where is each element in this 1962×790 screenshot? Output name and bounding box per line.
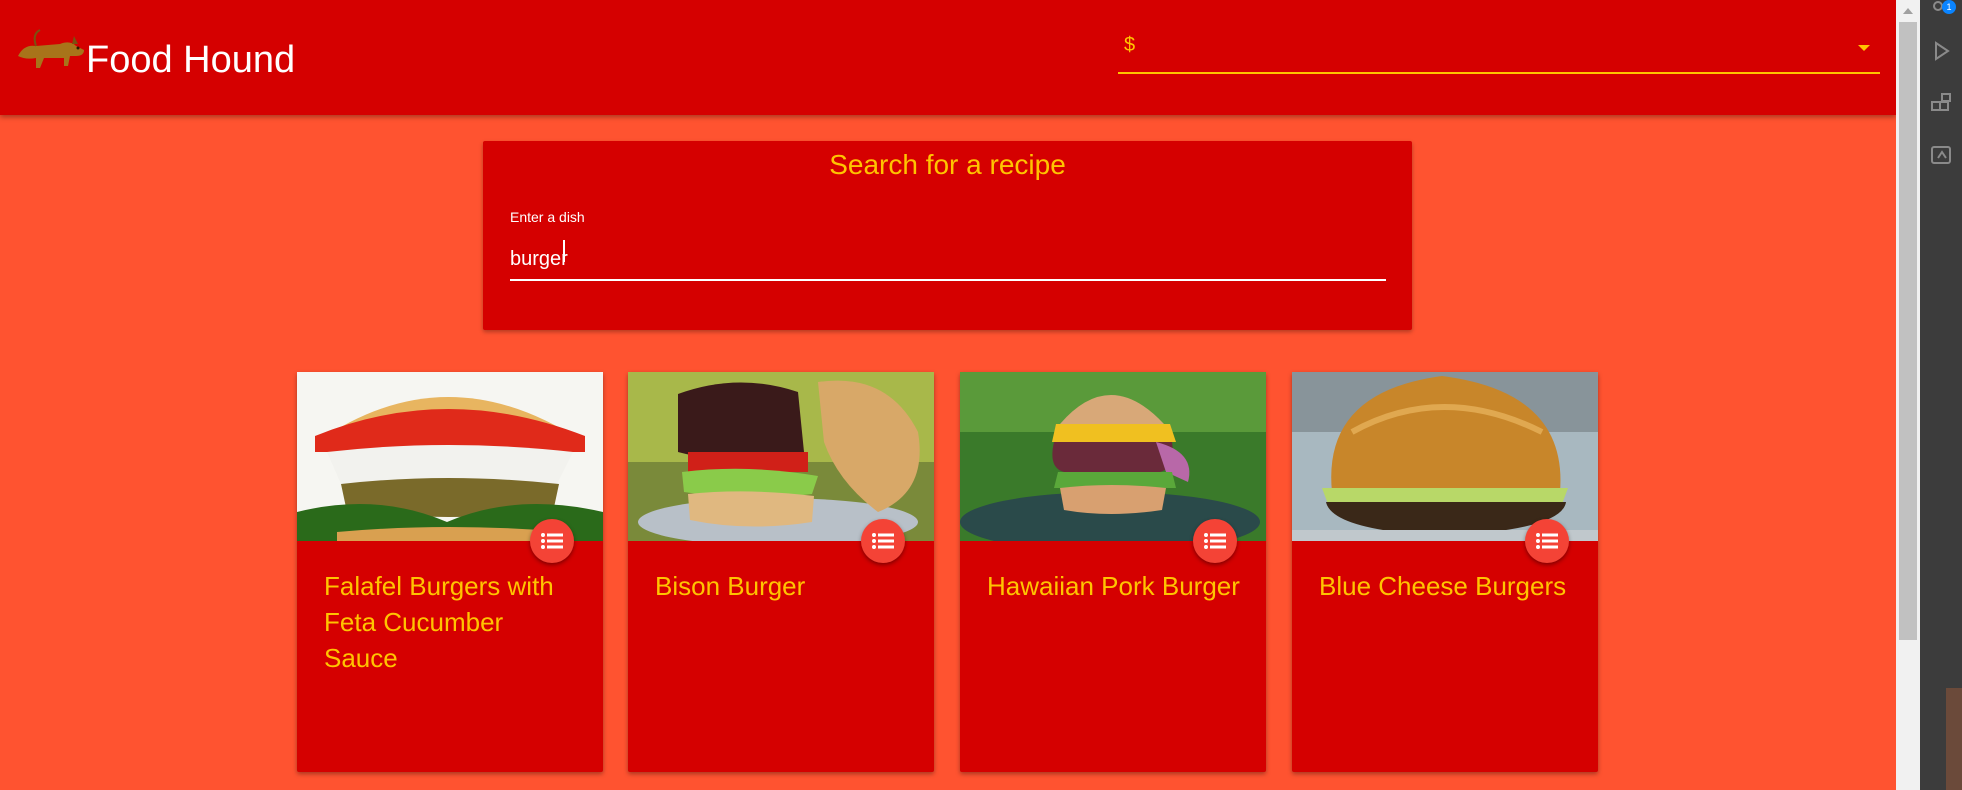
- dropdown-caret-icon[interactable]: [1856, 42, 1872, 54]
- recipe-title[interactable]: Bison Burger: [655, 568, 915, 604]
- list-icon: [872, 533, 894, 549]
- panel-thumbnail: [1946, 688, 1962, 790]
- ingredients-list-button[interactable]: [1525, 519, 1569, 563]
- currency-select[interactable]: $: [1118, 30, 1880, 74]
- run-debug-icon[interactable]: [1930, 40, 1952, 62]
- ingredients-list-button[interactable]: [861, 519, 905, 563]
- search-title: Search for a recipe: [829, 149, 1066, 180]
- ingredients-list-button[interactable]: [530, 519, 574, 563]
- list-icon: [541, 533, 563, 549]
- recipe-card-falafel-burgers[interactable]: Falafel Burgers with Feta Cucumber Sauce: [297, 372, 603, 772]
- editor-side-panel: [1920, 0, 1962, 790]
- scroll-up-arrow-icon[interactable]: [1902, 6, 1914, 16]
- scrollbar-thumb[interactable]: [1899, 22, 1917, 640]
- recipe-title[interactable]: Falafel Burgers with Feta Cucumber Sauce: [324, 568, 584, 676]
- recipe-image[interactable]: [628, 372, 934, 541]
- extensions-icon[interactable]: [1930, 92, 1952, 114]
- hound-dog-logo-icon: [18, 29, 84, 68]
- recipe-card-hawaiian-pork-burger[interactable]: Hawaiian Pork Burger: [960, 372, 1266, 772]
- app-bar: Food Hound $: [0, 0, 1896, 115]
- vertical-scrollbar[interactable]: [1896, 0, 1920, 790]
- text-cursor: [563, 240, 565, 262]
- dish-search-input[interactable]: [510, 239, 1386, 281]
- list-icon: [1536, 533, 1558, 549]
- dish-field-label: Enter a dish: [510, 209, 585, 225]
- notification-badge: 1: [1942, 0, 1956, 14]
- recipe-card-bison-burger[interactable]: Bison Burger: [628, 372, 934, 772]
- list-icon: [1204, 533, 1226, 549]
- app-title: Food Hound: [86, 39, 296, 81]
- ingredients-list-button[interactable]: [1193, 519, 1237, 563]
- currency-value: $: [1124, 34, 1136, 56]
- recipe-title[interactable]: Hawaiian Pork Burger: [987, 568, 1247, 604]
- recipe-image[interactable]: [960, 372, 1266, 541]
- recipe-image[interactable]: [1292, 372, 1598, 541]
- recipe-card-blue-cheese-burgers[interactable]: Blue Cheese Burgers: [1292, 372, 1598, 772]
- recipe-image[interactable]: [297, 372, 603, 541]
- search-card: Search for a recipe Enter a dish: [483, 141, 1412, 330]
- recipe-title[interactable]: Blue Cheese Burgers: [1319, 568, 1579, 604]
- remote-icon[interactable]: [1930, 144, 1952, 166]
